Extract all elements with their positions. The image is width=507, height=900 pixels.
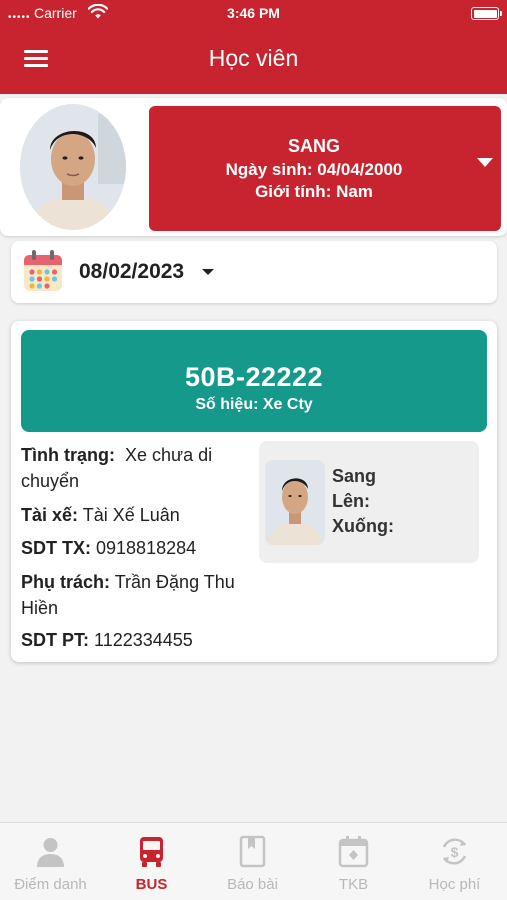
student-ride-card: Sang Lên: Xuống: <box>259 441 479 563</box>
page-title: Học viên <box>208 45 299 71</box>
bus-supervisor-phone-label: SDT PT: <box>21 630 90 650</box>
bus-driver-label: Tài xế: <box>21 505 79 525</box>
dropoff-label: Xuống: <box>332 516 394 536</box>
bus-card: 50B-22222 Số hiệu: Xe Cty Tình trạng: Xe… <box>11 321 497 662</box>
student-mini-name: Sang <box>332 466 377 486</box>
bottom-tab-bar: Điểm danh BUS Báo bài TKB $ Học phí <box>0 822 507 900</box>
bus-driver-phone-label: SDT TX: <box>21 538 91 558</box>
tuition-icon: $ <box>442 838 467 865</box>
bus-plate-banner: 50B-22222 Số hiệu: Xe Cty <box>21 330 487 432</box>
student-card: SANG Ngày sinh: 04/04/2000 Giới tính: Na… <box>0 98 507 236</box>
app-header: ••••• Carrier 3:46 PM Học viên <box>0 0 507 94</box>
tab-label: Học phí <box>428 876 481 893</box>
student-dob: Ngày sinh: 04/04/2000 <box>225 160 403 179</box>
tab-bao-bai[interactable]: Báo bài <box>202 823 303 900</box>
bus-code: Số hiệu: Xe Cty <box>195 396 313 413</box>
bus-supervisor: Phụ trách: Trần Đặng Thu Hiền <box>21 569 251 621</box>
pickup-label: Lên: <box>332 491 370 511</box>
date-picker[interactable]: 08/02/2023 <box>11 241 497 303</box>
tab-label: BUS <box>135 876 168 893</box>
book-icon <box>239 835 266 868</box>
student-name: SANG <box>287 136 340 156</box>
tab-label: TKB <box>338 876 369 893</box>
battery-icon <box>471 7 502 20</box>
tab-diem-danh[interactable]: Điểm danh <box>0 823 101 900</box>
tab-hoc-phi[interactable]: $ Học phí <box>404 823 505 900</box>
bus-supervisor-phone: SDT PT: 1122334455 <box>21 627 251 653</box>
bus-driver-value: Tài Xế Luân <box>82 505 180 525</box>
tab-tkb[interactable]: TKB <box>303 823 404 900</box>
student-gender: Giới tính: Nam <box>255 182 373 201</box>
bus-supervisor-phone-value[interactable]: 1122334455 <box>94 630 193 650</box>
bus-driver-phone-value[interactable]: 0918818284 <box>96 538 196 558</box>
student-avatar <box>20 104 126 230</box>
status-bar: ••••• Carrier 3:46 PM <box>0 0 507 26</box>
bus-icon <box>140 837 163 867</box>
bus-plate: 50B-22222 <box>184 362 324 392</box>
date-value: 08/02/2023 <box>79 260 185 283</box>
bus-driver-phone: SDT TX: 0918818284 <box>21 535 251 561</box>
status-time: 3:46 PM <box>227 5 280 21</box>
student-mini-avatar <box>265 460 325 545</box>
bus-supervisor-label: Phụ trách: <box>21 572 111 592</box>
bus-status-label: Tình trạng: <box>21 445 115 465</box>
bus-driver: Tài xế: Tài Xế Luân <box>21 502 251 528</box>
person-icon <box>37 838 64 867</box>
bus-status: Tình trạng: Xe chưa di chuyển <box>21 442 251 494</box>
timetable-icon <box>338 836 369 868</box>
chevron-down-icon[interactable] <box>202 269 214 275</box>
chevron-down-icon[interactable] <box>477 158 493 167</box>
tab-label: Báo bài <box>227 876 278 893</box>
calendar-icon <box>24 250 62 291</box>
student-selector[interactable]: SANG Ngày sinh: 04/04/2000 Giới tính: Na… <box>149 106 501 231</box>
tab-label: Điểm danh <box>14 876 87 893</box>
tab-bus[interactable]: BUS <box>101 823 202 900</box>
svg-text:$: $ <box>451 844 459 860</box>
